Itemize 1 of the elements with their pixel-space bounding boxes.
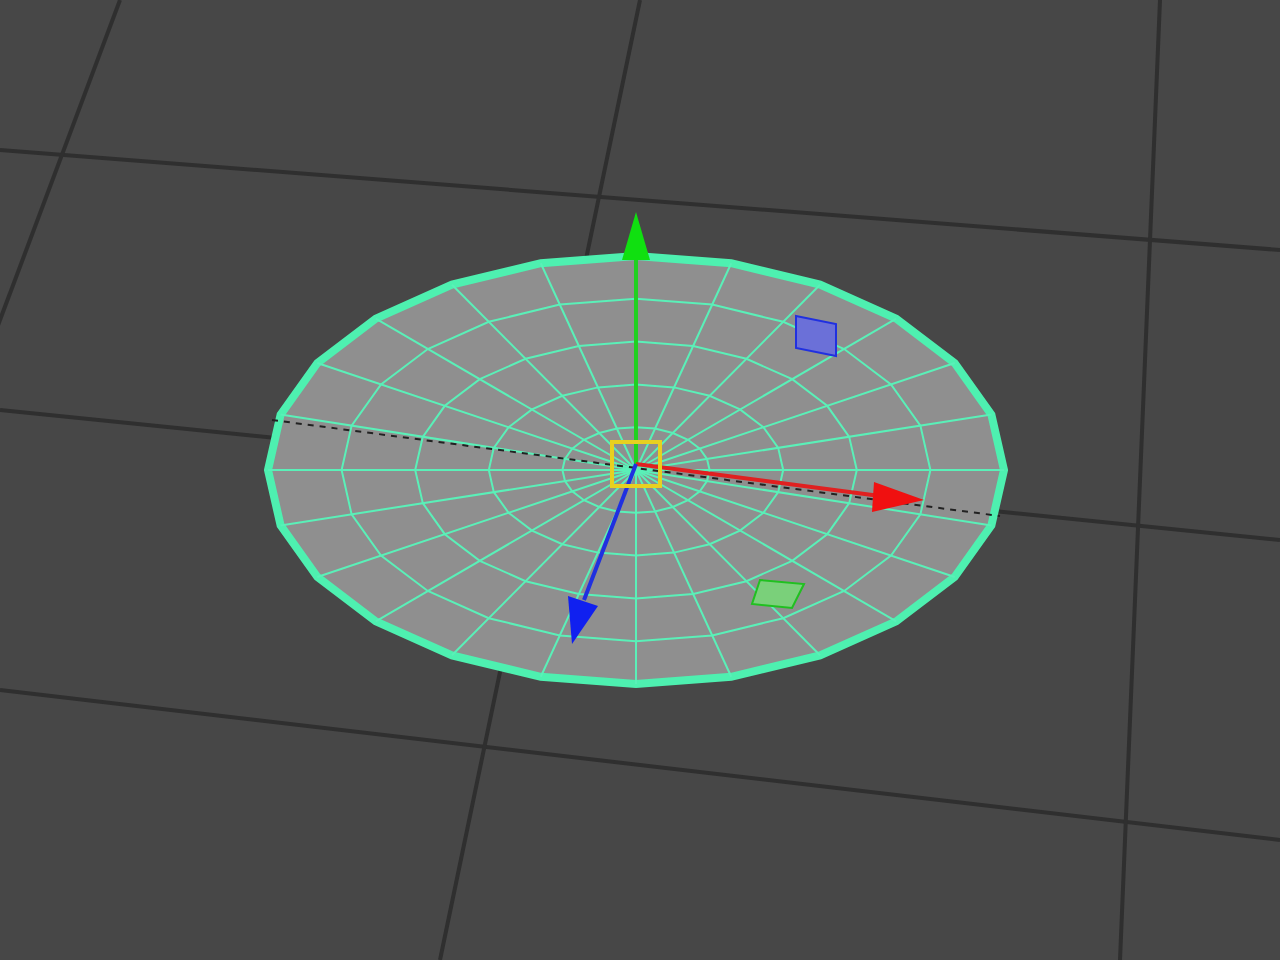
move-manipulator-drawing[interactable] [568,212,924,644]
